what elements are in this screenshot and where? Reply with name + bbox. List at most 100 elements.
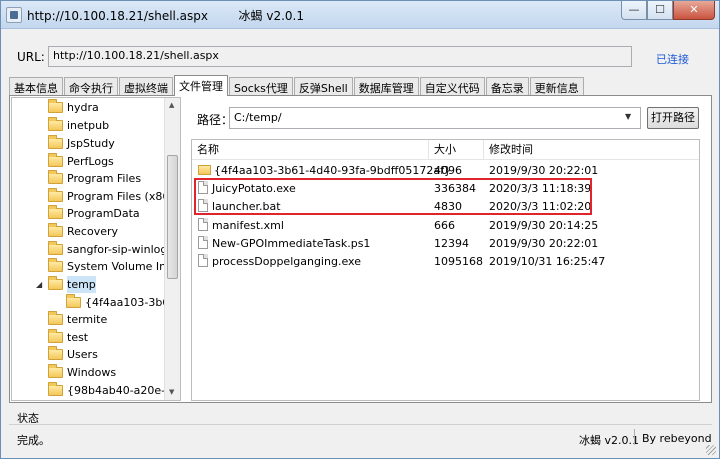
- file-size: 12394: [434, 237, 469, 250]
- tab-reverse-shell[interactable]: 反弹Shell: [293, 77, 353, 96]
- app-window: http://10.100.18.21/shell.aspx 冰蝎 v2.0.1…: [0, 0, 720, 459]
- file-name-cell: manifest.xml: [198, 217, 284, 235]
- status-message: 完成。: [17, 434, 50, 447]
- file-name: processDoppelganging.exe: [212, 255, 361, 268]
- tree-item[interactable]: Recovery: [48, 223, 118, 240]
- tab-custom-code[interactable]: 自定义代码: [419, 77, 485, 96]
- folder-icon: [48, 311, 63, 325]
- file-name-cell: New-GPOImmediateTask.ps1: [198, 235, 370, 253]
- tree-item[interactable]: test: [48, 329, 88, 346]
- table-row[interactable]: manifest.xml 666 2019/9/30 20:14:25: [192, 217, 699, 235]
- file-size: 1095168: [434, 255, 483, 268]
- tree-item[interactable]: JspStudy: [48, 135, 115, 152]
- table-row[interactable]: New-GPOImmediateTask.ps1 12394 2019/9/30…: [192, 235, 699, 253]
- file-name: {4f4aa103-3b61-4d40-93fa-9bdff05172af}: [214, 164, 451, 177]
- tab-basic-info[interactable]: 基本信息: [9, 77, 63, 96]
- tree-item[interactable]: Program Files: [48, 170, 141, 187]
- file-modified: 2019/9/30 20:22:01: [489, 237, 599, 250]
- file-icon: [198, 254, 208, 267]
- file-name: New-GPOImmediateTask.ps1: [212, 237, 371, 250]
- file-icon: [198, 218, 208, 231]
- column-header-name[interactable]: 名称: [192, 140, 429, 160]
- file-modified: 2019/9/30 20:22:01: [489, 164, 599, 177]
- minimize-button[interactable]: —: [621, 1, 647, 20]
- file-size: 4096: [434, 164, 462, 177]
- tree-item[interactable]: System Volume Info: [48, 258, 177, 275]
- file-name-cell: {4f4aa103-3b61-4d40-93fa-9bdff05172af}: [198, 162, 451, 180]
- scroll-up-icon[interactable]: ▲: [169, 101, 174, 109]
- tab-socks-proxy[interactable]: Socks代理: [229, 77, 293, 96]
- folder-icon: [66, 294, 81, 308]
- folder-icon: [48, 382, 63, 396]
- file-icon: [198, 236, 208, 249]
- table-row[interactable]: JuicyPotato.exe 336384 2020/3/3 11:18:39: [192, 180, 699, 198]
- tree-item[interactable]: {4f4aa103-3b61: [66, 294, 176, 311]
- directory-tree[interactable]: hydra inetpub JspStudy PerfLogs Program …: [11, 97, 181, 401]
- scroll-down-icon[interactable]: ▼: [169, 388, 174, 396]
- file-table[interactable]: 名称 大小 修改时间 {4f4aa103-3b61-4d40-93fa-9bdf…: [191, 139, 700, 401]
- path-label: 路径：: [197, 113, 234, 127]
- file-modified: 2020/3/3 11:02:20: [489, 200, 592, 213]
- tree-item-label: inetpub: [67, 119, 110, 132]
- scrollbar-thumb[interactable]: [167, 155, 178, 279]
- tree-item-label: temp: [67, 276, 96, 293]
- title-bar[interactable]: http://10.100.18.21/shell.aspx 冰蝎 v2.0.1…: [1, 1, 719, 29]
- tree-item-label: {4f4aa103-3b61: [85, 296, 177, 309]
- tree-item[interactable]: Windows: [48, 364, 116, 381]
- divider: [634, 429, 635, 445]
- tree-item-label: JspStudy: [67, 137, 115, 150]
- path-combobox[interactable]: C:/temp/: [229, 107, 641, 129]
- tree-item[interactable]: hydra: [48, 99, 99, 116]
- tab-database[interactable]: 数据库管理: [353, 77, 419, 96]
- tree-item-label: sangfor-sip-winlog: [67, 243, 168, 256]
- tree-item[interactable]: Users: [48, 346, 98, 363]
- folder-icon: [48, 258, 63, 272]
- tab-virtual-terminal[interactable]: 虚拟终端: [119, 77, 173, 96]
- author-label: By rebeyond: [642, 432, 712, 445]
- tree-item-label: Windows: [67, 366, 117, 379]
- table-row[interactable]: {4f4aa103-3b61-4d40-93fa-9bdff05172af} 4…: [192, 162, 699, 180]
- window-controls: — ☐ ✕: [621, 1, 715, 21]
- table-row[interactable]: launcher.bat 4830 2020/3/3 11:02:20: [192, 198, 699, 216]
- open-path-button[interactable]: 打开路径: [647, 107, 699, 129]
- close-button[interactable]: ✕: [673, 1, 715, 20]
- tree-item[interactable]: ProgramData: [48, 205, 140, 222]
- folder-icon: [48, 329, 63, 343]
- file-name-cell: launcher.bat: [198, 198, 281, 216]
- resize-grip-icon[interactable]: [706, 445, 716, 455]
- tree-item[interactable]: inetpub: [48, 117, 109, 134]
- tree-item-label: PerfLogs: [67, 155, 114, 168]
- tab-command-exec[interactable]: 命令执行: [64, 77, 118, 96]
- tree-item[interactable]: sangfor-sip-winlog: [48, 241, 167, 258]
- tree-scrollbar[interactable]: ▲ ▼: [164, 98, 180, 400]
- tree-item-temp[interactable]: ◢ temp: [36, 276, 96, 293]
- tree-item[interactable]: Program Files (x86): [48, 188, 174, 205]
- tree-item[interactable]: PerfLogs: [48, 153, 114, 170]
- tab-file-manager[interactable]: 文件管理: [174, 75, 228, 96]
- file-size: 666: [434, 219, 455, 232]
- file-name-cell: JuicyPotato.exe: [198, 180, 296, 198]
- file-modified: 2020/3/3 11:18:39: [489, 182, 592, 195]
- url-field[interactable]: http://10.100.18.21/shell.aspx: [48, 46, 632, 67]
- column-header-modified[interactable]: 修改时间: [484, 140, 699, 160]
- file-name-cell: processDoppelganging.exe: [198, 253, 361, 271]
- app-icon: [6, 7, 22, 23]
- file-size: 4830: [434, 200, 462, 213]
- folder-icon: [48, 99, 63, 113]
- url-label: URL:: [17, 50, 45, 64]
- file-modified: 2019/9/30 20:14:25: [489, 219, 599, 232]
- table-row[interactable]: processDoppelganging.exe 1095168 2019/10…: [192, 253, 699, 271]
- collapse-arrow-icon[interactable]: ◢: [36, 276, 46, 293]
- tab-updates[interactable]: 更新信息: [529, 77, 584, 96]
- tree-item[interactable]: {98b4ab40-a20e-42: [48, 382, 179, 399]
- tree-item[interactable]: termite: [48, 311, 107, 328]
- column-header-size[interactable]: 大小: [429, 140, 484, 160]
- folder-icon: [48, 188, 63, 202]
- tree-item-label: Recovery: [67, 225, 119, 238]
- folder-icon: [48, 153, 63, 167]
- dropdown-arrow-icon[interactable]: ▼: [625, 112, 631, 121]
- tab-memo[interactable]: 备忘录: [485, 77, 529, 96]
- tree-item-label: Program Files: [67, 172, 142, 185]
- maximize-button[interactable]: ☐: [647, 1, 673, 20]
- version-label: 冰蝎 v2.0.1: [579, 434, 639, 447]
